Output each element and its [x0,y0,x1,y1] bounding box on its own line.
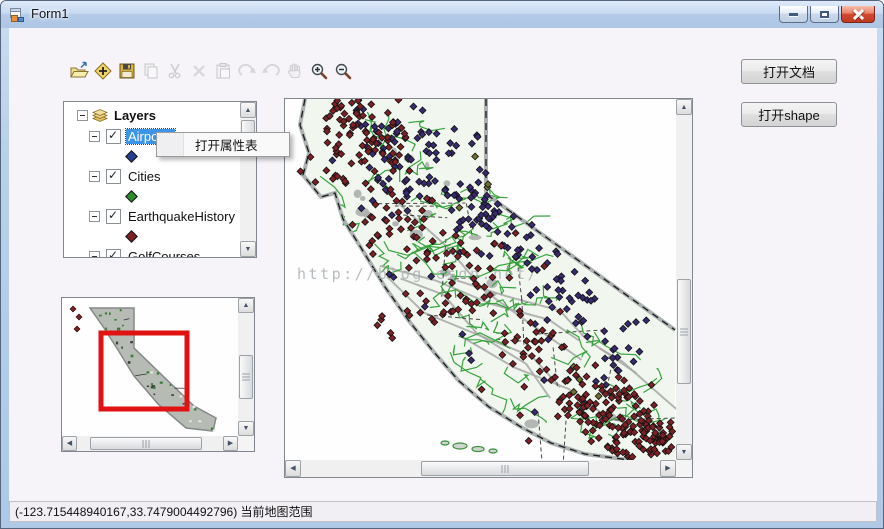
toc-symbol-row [64,186,138,206]
delete-icon [189,61,209,81]
toc-symbol-row [64,226,138,246]
map-control[interactable]: http://blog.csdn.net/ ▲ ▼ ◀ ▶ [284,98,693,478]
open-document-icon[interactable] [69,61,89,81]
close-button[interactable] [841,6,875,23]
close-icon [853,9,864,20]
minimize-button[interactable] [779,6,808,23]
scrollbar-corner [676,460,692,477]
save-icon[interactable] [117,61,137,81]
title-bar[interactable]: Form1 [1,1,883,28]
scroll-up-button[interactable]: ▲ [676,99,692,115]
zoom-in-icon[interactable] [309,61,329,81]
scroll-thumb[interactable] [421,461,589,476]
layer-symbol [125,149,138,163]
map-canvas[interactable]: http://blog.csdn.net/ [285,99,676,460]
layer-checkbox[interactable] [106,128,121,144]
collapse-icon[interactable] [89,130,100,142]
menu-icon-column [157,133,184,156]
watermark-text: http://blog.csdn.net/ [297,265,539,283]
minimize-icon [789,12,798,16]
layers-tree: LayersAirportsCitiesEarthquakeHistoryGol… [64,102,240,257]
toc-symbol-row [64,146,138,166]
scrollbar-corner [238,436,254,451]
layers-icon [92,108,108,122]
cut-icon [165,61,185,81]
redo-icon [237,61,257,81]
open-document-button[interactable]: 打开文档 [741,59,837,84]
map-extent-coordinates: (-123.715448940167,33.7479004492796) 当前地… [15,505,313,519]
overview-vertical-scrollbar[interactable]: ▲ ▼ [238,298,254,436]
map-horizontal-scrollbar[interactable]: ◀ ▶ [285,460,676,477]
open-shape-button[interactable]: 打开shape [741,102,837,127]
scroll-right-button[interactable]: ▶ [223,436,238,451]
pan-icon [285,61,305,81]
layer-label[interactable]: EarthquakeHistory [126,209,237,224]
copy-icon [141,61,161,81]
menu-item-label: 打开属性表 [195,139,258,153]
scroll-up-button[interactable]: ▲ [238,298,254,313]
scroll-down-button[interactable]: ▼ [238,421,254,436]
layers-panel: LayersAirportsCitiesEarthquakeHistoryGol… [63,101,257,258]
layer-symbol [125,189,138,203]
layer-symbol [125,229,138,243]
undo-icon [261,61,281,81]
context-menu: 打开属性表 [156,132,290,157]
add-data-icon[interactable] [93,61,113,81]
paste-icon [213,61,233,81]
status-bar: (-123.715448940167,33.7479004492796) 当前地… [9,501,877,522]
scroll-down-button[interactable]: ▼ [676,444,692,460]
toc-layer-row-golfcourses[interactable]: GolfCourses [64,246,202,257]
overview-canvas[interactable] [62,298,238,436]
map-vertical-scrollbar[interactable]: ▲ ▼ [676,99,692,460]
scroll-left-button[interactable]: ◀ [285,460,301,477]
scroll-thumb[interactable] [677,279,691,384]
toc-layer-row-earthquakehistory[interactable]: EarthquakeHistory [64,206,237,226]
layer-label[interactable]: GolfCourses [126,249,202,258]
layer-label[interactable]: Cities [126,169,163,184]
app-window: Form1 打开文档 打开shape LayersAirportsCitiesE… [0,0,884,529]
toolbar [69,61,357,81]
maximize-button[interactable] [810,6,839,23]
client-area: 打开文档 打开shape LayersAirportsCitiesEarthqu… [9,28,877,522]
window-title: Form1 [31,6,69,21]
toc-root-label: Layers [114,107,156,123]
overview-map[interactable]: ▲ ▼ ◀ ▶ [61,297,255,452]
collapse-icon[interactable] [89,170,100,182]
scroll-thumb[interactable] [90,437,202,450]
scroll-left-button[interactable]: ◀ [62,436,77,451]
layer-checkbox[interactable] [106,248,121,257]
toc-layer-row-cities[interactable]: Cities [64,166,163,186]
collapse-icon[interactable] [89,210,100,222]
form-icon [9,7,25,23]
maximize-icon [820,10,829,18]
layer-checkbox[interactable] [106,208,121,224]
overview-horizontal-scrollbar[interactable]: ◀ ▶ [62,436,238,451]
toc-root-row[interactable]: Layers [64,105,158,125]
collapse-icon[interactable] [89,250,100,257]
scroll-thumb[interactable] [239,355,253,399]
context-menu-item-open-attribute-table[interactable]: 打开属性表 [157,133,289,156]
collapse-icon[interactable] [77,109,88,121]
layer-checkbox[interactable] [106,168,121,184]
zoom-out-icon[interactable] [333,61,353,81]
scroll-up-button[interactable]: ▲ [240,102,256,118]
toc-scrollbar[interactable]: ▲ ▼ [240,102,256,257]
scroll-right-button[interactable]: ▶ [660,460,676,477]
scroll-down-button[interactable]: ▼ [240,241,256,257]
